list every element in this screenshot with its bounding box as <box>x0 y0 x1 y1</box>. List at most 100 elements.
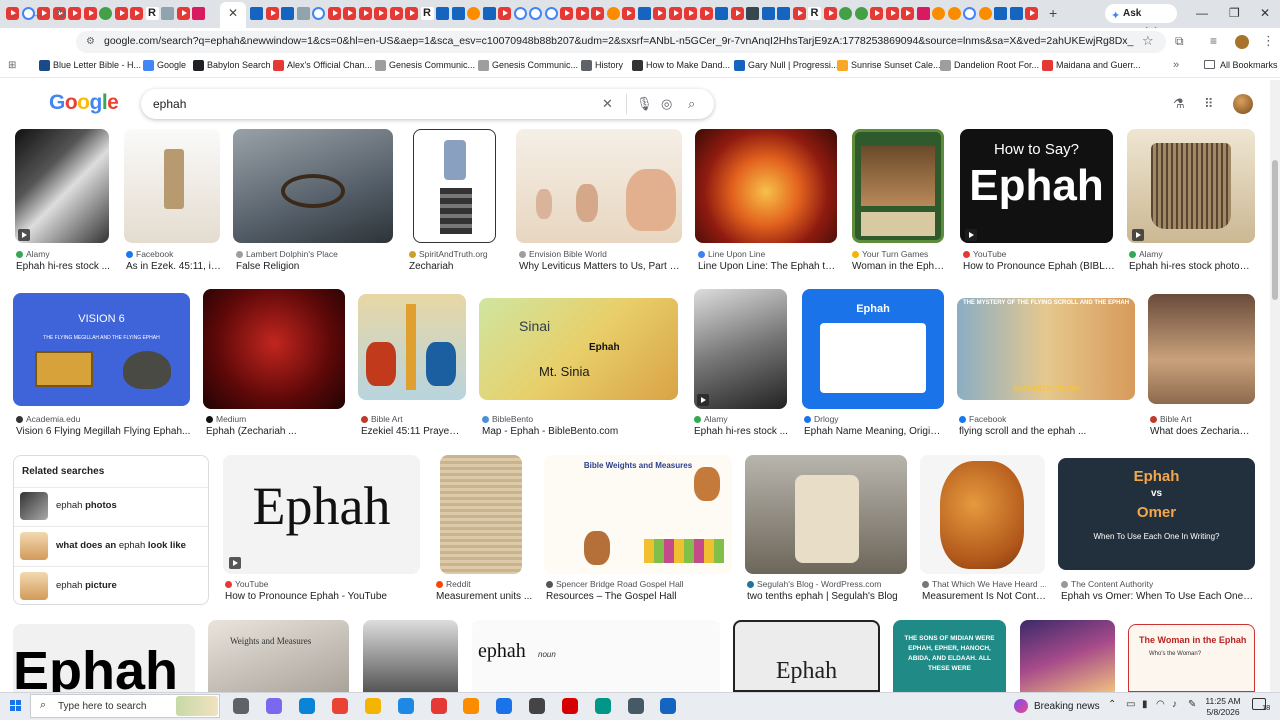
bookmark-star-icon[interactable]: ☆ <box>1142 33 1154 49</box>
tab-favicon-icon[interactable] <box>792 7 806 20</box>
image-result[interactable]: Ephah <box>13 624 195 692</box>
image-source[interactable]: Line Upon Line <box>698 249 840 259</box>
image-result[interactable]: Weights and Measures <box>208 620 349 692</box>
tab-favicon-icon[interactable] <box>916 7 930 20</box>
search-highlight-image[interactable] <box>176 696 218 716</box>
image-caption[interactable]: Ephah (Zechariah ... <box>206 426 346 437</box>
image-caption[interactable]: Ephah hi-res stock photogr... <box>1129 261 1255 272</box>
image-result[interactable] <box>694 289 787 409</box>
image-result[interactable]: ephah noun <box>472 620 720 692</box>
profile-avatar[interactable] <box>1235 35 1249 49</box>
image-source[interactable]: Segulah's Blog - WordPress.com <box>747 579 907 589</box>
app-icon[interactable] <box>628 698 644 714</box>
image-caption[interactable]: Ezekiel 45:11 Prayer: ... <box>361 426 461 437</box>
image-result[interactable] <box>358 294 466 400</box>
ask-gemini-button[interactable]: ✦Ask Gemini <box>1105 4 1177 38</box>
tab-favicon-icon[interactable]: R <box>145 7 159 20</box>
tab-favicon-icon[interactable] <box>947 7 961 20</box>
tab-favicon-icon[interactable] <box>653 7 666 20</box>
bookmark-item[interactable]: Gary Null | Progressi... <box>748 60 838 70</box>
news-widget[interactable]: Breaking news <box>1034 701 1100 712</box>
image-source[interactable]: Alamy <box>694 414 790 424</box>
copilot-icon[interactable] <box>266 698 282 714</box>
edge-icon[interactable] <box>299 698 315 714</box>
tab-favicon-icon[interactable] <box>436 7 449 20</box>
image-caption[interactable]: False Religion <box>236 261 396 272</box>
image-source[interactable]: Facebook <box>126 249 222 259</box>
tab-favicon-icon[interactable] <box>901 7 914 20</box>
image-source[interactable]: YouTube <box>225 579 420 589</box>
image-caption[interactable]: Measurement units ... <box>436 591 541 602</box>
tab-favicon-icon[interactable] <box>591 7 604 20</box>
menu-icon[interactable]: ⋮ <box>1262 33 1275 49</box>
image-caption[interactable]: two tenths ephah | Segulah's Blog <box>747 591 907 602</box>
tab-favicon-icon[interactable] <box>622 7 635 20</box>
image-caption[interactable]: What does Zechariah ... <box>1150 426 1255 437</box>
image-caption[interactable]: Ephah vs Omer: When To Use Each One In .… <box>1061 591 1255 602</box>
image-result[interactable]: Bible Weights and Measures <box>544 455 732 574</box>
tab-favicon-icon[interactable] <box>343 7 356 20</box>
image-source[interactable]: Envision Bible World <box>519 249 685 259</box>
task-view-icon[interactable] <box>233 698 249 714</box>
image-caption[interactable]: As in Ezek. 45:11, in... <box>126 261 222 272</box>
app-icon[interactable] <box>496 698 512 714</box>
image-source[interactable]: The Content Authority <box>1061 579 1255 589</box>
image-source[interactable]: Spencer Bridge Road Gospel Hall <box>546 579 734 589</box>
image-result[interactable]: How to Say? Ephah <box>960 129 1113 243</box>
more-bookmarks-icon[interactable]: » <box>1173 59 1179 71</box>
cast-icon[interactable]: ⧉ <box>1175 34 1184 49</box>
image-result[interactable] <box>516 129 682 243</box>
image-result[interactable] <box>852 129 944 243</box>
chrome-alt-icon[interactable] <box>463 698 479 714</box>
image-caption[interactable]: Line Upon Line: The Ephah tha... <box>698 261 840 272</box>
image-source[interactable]: SpiritAndTruth.org <box>409 249 509 259</box>
tab-favicon-icon[interactable] <box>358 7 372 20</box>
wifi-icon[interactable]: ◠ <box>1156 699 1165 710</box>
image-result[interactable] <box>1127 129 1255 243</box>
image-caption[interactable]: flying scroll and the ephah ... <box>959 426 1135 437</box>
network-icon[interactable]: ▭ <box>1126 699 1135 710</box>
lens-icon[interactable]: ◎ <box>661 96 672 112</box>
tab-favicon-icon[interactable] <box>265 7 279 20</box>
image-result[interactable] <box>413 129 496 243</box>
bookmark-item[interactable]: Dandelion Root For... <box>954 60 1039 70</box>
restore-icon[interactable]: ❐ <box>1229 6 1240 20</box>
tab-favicon-icon[interactable] <box>99 7 112 20</box>
bookmark-item[interactable]: History <box>595 60 623 70</box>
image-source[interactable]: Drlogy <box>804 414 944 424</box>
image-caption[interactable]: How to Pronounce Ephah - YouTube <box>225 591 420 602</box>
tab-favicon-icon[interactable] <box>746 7 759 20</box>
tab-favicon-icon[interactable] <box>932 7 945 20</box>
tab-favicon-icon[interactable] <box>192 7 205 20</box>
tab-favicon-icon[interactable] <box>994 7 1007 20</box>
tab-favicon-icon[interactable] <box>575 7 589 20</box>
tray-chevron-icon[interactable]: ⌃ <box>1108 699 1116 710</box>
tab-favicon-icon[interactable] <box>684 7 697 20</box>
tab-favicon-icon[interactable] <box>281 7 294 20</box>
image-caption[interactable]: Ephah hi-res stock ... <box>694 426 790 437</box>
image-result[interactable] <box>440 455 522 574</box>
tab-favicon-icon[interactable] <box>560 7 573 20</box>
tab-favicon-icon[interactable] <box>606 7 620 20</box>
image-result[interactable]: Ephah <box>223 455 420 574</box>
store-icon[interactable] <box>398 698 414 714</box>
battery-icon[interactable]: ▮ <box>1142 699 1148 710</box>
file-explorer-icon[interactable] <box>365 698 381 714</box>
tab-favicon-icon[interactable] <box>68 7 81 20</box>
taskbar-search-placeholder[interactable]: Type here to search <box>58 701 146 712</box>
image-source[interactable]: Academia.edu <box>16 414 194 424</box>
tab-favicon-icon[interactable] <box>451 7 465 20</box>
tab-favicon-icon[interactable] <box>777 7 790 20</box>
image-source[interactable]: Reddit <box>436 579 541 589</box>
search-icon[interactable]: ⌕ <box>688 96 695 112</box>
back-icon[interactable]: ← <box>8 6 21 21</box>
image-source[interactable]: Medium <box>206 414 346 424</box>
tab-favicon-icon[interactable] <box>1025 7 1038 20</box>
tab-favicon-icon[interactable] <box>544 7 558 20</box>
tab-favicon-icon[interactable] <box>296 7 310 20</box>
scrollbar-thumb[interactable] <box>1272 160 1278 300</box>
labs-icon[interactable]: ⚗ <box>1173 96 1185 112</box>
tab-favicon-icon[interactable] <box>176 7 190 20</box>
image-source[interactable]: Your Turn Games <box>852 249 947 259</box>
related-search-label[interactable]: ephah photos <box>56 500 117 511</box>
